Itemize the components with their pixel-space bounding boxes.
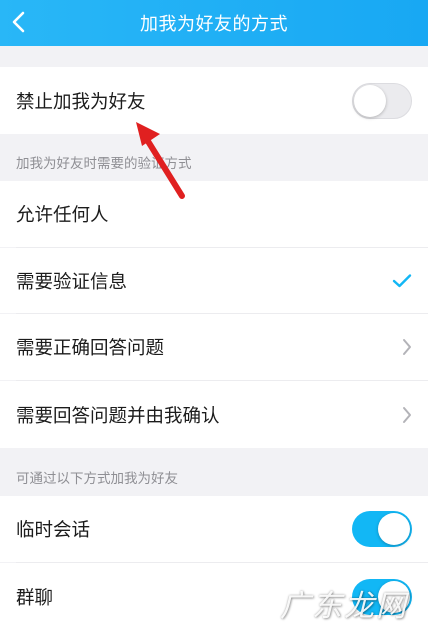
temp-session-toggle[interactable] — [352, 511, 412, 547]
channel-temp-session-row[interactable]: 临时会话 — [0, 496, 428, 562]
top-bar: 加我为好友的方式 — [0, 0, 428, 46]
block-friend-request-toggle[interactable] — [352, 82, 412, 119]
verify-option-answer-question[interactable]: 需要正确回答问题 — [0, 314, 428, 380]
verify-option-answer-and-confirm[interactable]: 需要回答问题并由我确认 — [0, 381, 428, 448]
verify-section-label: 加我为好友时需要的验证方式 — [16, 156, 192, 172]
channel-label: 临时会话 — [16, 520, 91, 541]
toggle-knob — [378, 513, 410, 545]
verify-option-label: 允许任何人 — [16, 205, 109, 226]
channels-section-label: 可通过以下方式加我为好友 — [16, 471, 178, 487]
page-title: 加我为好友的方式 — [140, 14, 288, 35]
channel-label: 群聊 — [16, 588, 54, 609]
check-icon — [392, 273, 412, 287]
chevron-right-icon — [403, 339, 411, 355]
verify-option-anyone[interactable]: 允许任何人 — [0, 181, 428, 247]
block-friend-request-label: 禁止加我为好友 — [16, 91, 146, 113]
toggle-knob — [354, 84, 386, 117]
back-button[interactable] — [4, 7, 34, 37]
chevron-left-icon — [12, 11, 25, 33]
block-friend-request-row[interactable]: 禁止加我为好友 — [0, 67, 428, 134]
verify-option-message[interactable]: 需要验证信息 — [0, 248, 428, 313]
verify-option-label: 需要回答问题并由我确认 — [16, 405, 220, 427]
watermark-logo: 广东龙网 — [280, 589, 408, 624]
verify-option-label: 需要验证信息 — [16, 271, 128, 293]
chevron-right-icon — [403, 406, 411, 423]
verify-option-label: 需要正确回答问题 — [16, 338, 165, 359]
